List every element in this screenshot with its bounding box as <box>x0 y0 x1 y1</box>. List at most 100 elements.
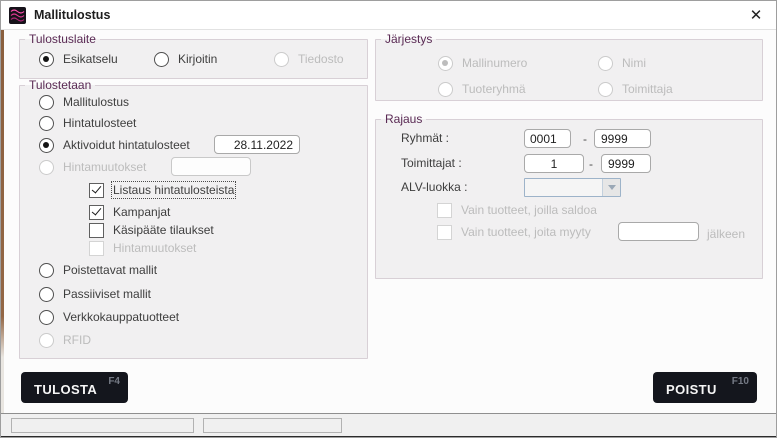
checkbox-saldoa-label[interactable]: Vain tuotteet, joilla saldoa <box>461 203 597 217</box>
checkbox-row-saldoa: Vain tuotteet, joilla saldoa <box>437 202 597 218</box>
ryhmat-range-dash: - <box>583 132 587 146</box>
group-jarjestys: Järjestys <box>375 32 763 101</box>
radio-poistettavat-mallit[interactable] <box>39 263 54 278</box>
radio-toimittaja-label[interactable]: Toimittaja <box>622 82 673 96</box>
checkbox-hintamuutokset-label[interactable]: Hintamuutokset <box>113 241 196 255</box>
radio-toimittaja[interactable] <box>598 82 613 97</box>
checkbox-kampanjat[interactable] <box>89 205 104 220</box>
alv-label-row: ALV-luokka : <box>401 179 467 195</box>
radio-row-passiiviset: Passiiviset mallit <box>39 286 151 302</box>
poistu-button-label: POISTU <box>666 382 717 397</box>
radio-hintamuutokset-label[interactable]: Hintamuutokset <box>63 160 146 174</box>
radio-row-aktivoidut: Aktivoidut hintatulosteet <box>39 137 190 153</box>
radio-row-poistettavat: Poistettavat mallit <box>39 262 157 278</box>
radio-row-mallitulostus: Mallitulostus <box>39 94 129 110</box>
checkbox-kasipaate-tilaukset[interactable] <box>89 223 104 238</box>
radio-poistettavat-label[interactable]: Poistettavat mallit <box>63 263 157 277</box>
radio-mallitulostus-label[interactable]: Mallitulostus <box>63 95 129 109</box>
checkbox-row-myyty: Vain tuotteet, joita myyty <box>437 224 591 240</box>
radio-esikatselu[interactable] <box>39 52 54 67</box>
radio-mallinumero[interactable] <box>438 56 453 71</box>
tulosta-button[interactable]: TULOSTA F4 <box>21 372 128 403</box>
group-rajaus-label: Rajaus <box>381 112 426 126</box>
dialog-mallitulostus: Mallitulostus ✕ Tulostuslaite Tulostetaa… <box>0 0 777 438</box>
radio-hintatulosteet[interactable] <box>39 116 54 131</box>
ryhmat-label: Ryhmät : <box>401 131 449 145</box>
poistu-fkey-label: F10 <box>732 376 749 387</box>
radio-nimi[interactable] <box>598 56 613 71</box>
radio-mallitulostus[interactable] <box>39 95 54 110</box>
radio-hintatulosteet-label[interactable]: Hintatulosteet <box>63 116 136 130</box>
group-tulostetaan-label: Tulostetaan <box>25 78 95 92</box>
group-tulostuslaite-label: Tulostuslaite <box>25 32 100 46</box>
group-jarjestys-label: Järjestys <box>381 32 436 46</box>
chevron-down-icon[interactable] <box>602 179 620 196</box>
radio-aktivoidut-hintatulosteet[interactable] <box>39 138 54 153</box>
radio-passiiviset-label[interactable]: Passiiviset mallit <box>63 287 151 301</box>
radio-tuoteryhma-label[interactable]: Tuoteryhmä <box>462 82 526 96</box>
radio-verkkokauppa-label[interactable]: Verkkokauppatuotteet <box>63 310 179 324</box>
checkbox-row-kampanjat: Kampanjat <box>89 204 170 220</box>
radio-row-mallinumero: Mallinumero <box>438 55 527 71</box>
radio-esikatselu-label[interactable]: Esikatselu <box>63 52 118 66</box>
radio-row-hintatulosteet: Hintatulosteet <box>39 115 136 131</box>
alv-luokka-label: ALV-luokka : <box>401 180 467 194</box>
radio-hintamuutokset[interactable] <box>39 160 54 175</box>
toimittajat-to-field[interactable] <box>601 154 651 173</box>
checkbox-listaus-label[interactable]: Listaus hintatulosteista <box>113 183 234 197</box>
radio-row-kirjoitin: Kirjoitin <box>154 51 217 67</box>
radio-kirjoitin-label[interactable]: Kirjoitin <box>178 52 217 66</box>
radio-aktivoidut-label[interactable]: Aktivoidut hintatulosteet <box>63 138 190 152</box>
desktop-background-sliver <box>1 30 4 438</box>
toimittajat-range-dash: - <box>589 157 593 171</box>
myyty-date-field[interactable] <box>618 222 699 241</box>
tulosta-button-label: TULOSTA <box>34 382 97 397</box>
ryhmat-label-row: Ryhmät : <box>401 130 449 146</box>
tulosta-fkey-label: F4 <box>108 376 120 387</box>
radio-row-verkkokauppa: Verkkokauppatuotteet <box>39 309 179 325</box>
radio-mallinumero-label[interactable]: Mallinumero <box>462 56 527 70</box>
ryhmat-to-field[interactable] <box>594 129 651 148</box>
window-title: Mallitulostus <box>34 8 110 22</box>
checkbox-myyty-label[interactable]: Vain tuotteet, joita myyty <box>461 225 591 239</box>
radio-kirjoitin[interactable] <box>154 52 169 67</box>
checkbox-row-kasipaate: Käsipääte tilaukset <box>89 222 214 238</box>
radio-row-esikatselu: Esikatselu <box>39 51 118 67</box>
checkbox-kampanjat-label[interactable]: Kampanjat <box>113 205 170 219</box>
status-panel-2 <box>203 418 342 433</box>
checkbox-vain-saldoa[interactable] <box>437 203 452 218</box>
jalkeen-label: jälkeen <box>707 227 745 241</box>
close-icon[interactable]: ✕ <box>746 6 766 26</box>
radio-nimi-label[interactable]: Nimi <box>622 56 646 70</box>
radio-tiedosto-label[interactable]: Tiedosto <box>298 52 344 66</box>
radio-rfid-label[interactable]: RFID <box>63 333 91 347</box>
toimittajat-label-row: Toimittajat : <box>401 155 462 171</box>
checkbox-listaus-hintatulosteista[interactable] <box>89 183 104 198</box>
radio-tuoteryhma[interactable] <box>438 82 453 97</box>
alv-luokka-dropdown[interactable] <box>524 178 621 197</box>
hintamuutokset-date-field[interactable] <box>171 157 251 176</box>
radio-verkkokauppatuotteet[interactable] <box>39 310 54 325</box>
toimittajat-from-field[interactable] <box>524 154 584 173</box>
radio-row-tuoteryhma: Tuoteryhmä <box>438 81 526 97</box>
radio-row-nimi: Nimi <box>598 55 646 71</box>
checkbox-row-listaus: Listaus hintatulosteista <box>89 182 234 198</box>
app-icon <box>9 7 26 24</box>
radio-passiiviset-mallit[interactable] <box>39 287 54 302</box>
checkbox-hintamuutokset[interactable] <box>89 241 104 256</box>
radio-row-rfid: RFID <box>39 332 91 348</box>
toimittajat-label: Toimittajat : <box>401 156 462 170</box>
ryhmat-from-field[interactable] <box>524 129 571 148</box>
poistu-button[interactable]: POISTU F10 <box>653 372 757 403</box>
checkbox-kasipaate-label[interactable]: Käsipääte tilaukset <box>113 223 214 237</box>
radio-tiedosto[interactable] <box>274 52 289 67</box>
checkbox-row-hintamuutokset: Hintamuutokset <box>89 240 196 256</box>
aktivoidut-date-field[interactable] <box>214 135 300 154</box>
titlebar: Mallitulostus ✕ <box>1 1 776 30</box>
status-bar <box>1 413 776 436</box>
status-panel-1 <box>11 418 194 433</box>
radio-row-hintamuutokset: Hintamuutokset <box>39 159 146 175</box>
radio-row-toimittaja: Toimittaja <box>598 81 673 97</box>
radio-rfid[interactable] <box>39 333 54 348</box>
checkbox-vain-myyty[interactable] <box>437 225 452 240</box>
